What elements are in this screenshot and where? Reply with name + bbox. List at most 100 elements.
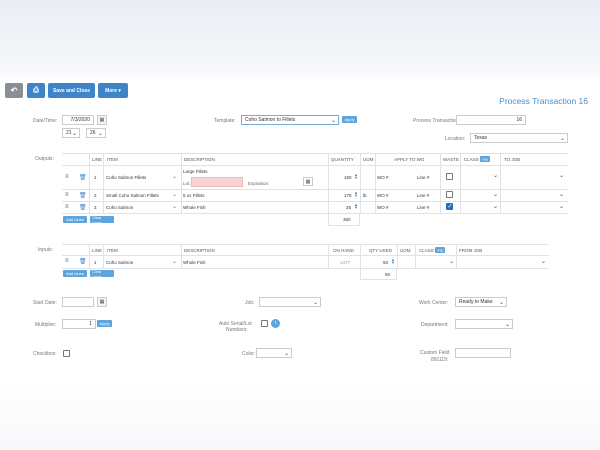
wo-number[interactable]: WO # xyxy=(377,175,389,180)
trash-icon[interactable]: 🗑 xyxy=(79,192,87,199)
outputs-add-lines-button[interactable]: Add Lines xyxy=(63,216,87,223)
output-item[interactable]: Coho Salmon Fillets xyxy=(106,175,146,180)
input-item[interactable]: Coho Salmon xyxy=(106,260,133,265)
output-description[interactable]: 5 oz Fillets xyxy=(183,193,205,198)
work-center-label: Work Center: xyxy=(419,300,449,306)
outputs-clear-lines-button[interactable]: Clear Lines xyxy=(90,215,114,225)
undo-button[interactable]: ↶ xyxy=(5,83,23,98)
col-from-job: FROM JOB xyxy=(459,248,483,253)
save-and-close-button[interactable]: Save and Close xyxy=(48,83,95,98)
col-description: DESCRIPTION xyxy=(184,248,215,253)
output-line: 2 xyxy=(94,193,97,198)
lot-input[interactable] xyxy=(191,177,243,187)
print-button[interactable]: ⎙ xyxy=(27,83,45,98)
chevron-down-icon[interactable]: ⌄ xyxy=(172,191,177,198)
wo-number[interactable]: WO # xyxy=(377,193,389,198)
quantity-stepper[interactable]: ▲ ▼ xyxy=(391,258,395,265)
quantity-stepper[interactable]: ▲ ▼ xyxy=(354,173,358,180)
job-select[interactable]: ⌄ xyxy=(259,297,321,307)
col-apply-to-wo: APPLY TO WO xyxy=(394,157,425,162)
color-select[interactable]: ⌄ xyxy=(256,348,292,358)
color-label: Color: xyxy=(242,351,256,357)
waste-checkbox[interactable] xyxy=(446,191,453,198)
input-qty-used[interactable]: 50 xyxy=(383,260,388,265)
line-number[interactable]: Line # xyxy=(417,205,429,210)
start-date-input[interactable] xyxy=(62,297,94,307)
template-select[interactable]: Coho Salmon to Fillets ⌄ xyxy=(241,115,339,125)
template-apply-button[interactable]: Apply xyxy=(342,116,357,123)
inputs-label: Inputs: xyxy=(38,247,54,253)
more-button[interactable]: More ▾ xyxy=(98,83,128,98)
inputs-clear-lines-button[interactable]: Clear Lines xyxy=(90,269,114,279)
col-to-job: TO JOB xyxy=(504,157,521,162)
minute-select[interactable]: 26 ⌄ xyxy=(86,128,106,138)
to-job-select[interactable]: ⌄ xyxy=(503,171,566,181)
output-line: 3 xyxy=(94,205,97,210)
info-icon[interactable]: i xyxy=(271,319,280,328)
outputs-label: Outputs: xyxy=(35,156,54,162)
inputs-add-lines-button[interactable]: Add Lines xyxy=(63,270,87,277)
custom-field-label: Custom Field xyxy=(420,350,450,356)
col-uom: UOM xyxy=(363,157,374,162)
output-uom[interactable]: lb xyxy=(363,193,367,198)
col-on-hand: ON HAND xyxy=(333,248,354,253)
output-description[interactable]: Whole Fish xyxy=(183,205,206,210)
output-item[interactable]: Small Coho Salmon Fillets xyxy=(106,193,159,198)
process-transaction-input[interactable]: 16 xyxy=(456,115,526,125)
custom-checkbox[interactable] xyxy=(63,350,70,357)
department-select[interactable]: ⌄ xyxy=(455,319,513,329)
work-center-select[interactable]: Ready to Make ⌄ xyxy=(455,297,507,307)
auto-serial-checkbox[interactable] xyxy=(261,320,268,327)
to-job-select[interactable]: ⌄ xyxy=(503,202,566,212)
undo-arrow-icon: ↶ xyxy=(10,86,18,95)
custom-field-input[interactable] xyxy=(455,348,511,358)
drag-handle-icon[interactable]: ≡ xyxy=(65,204,69,210)
drag-handle-icon[interactable]: ≡ xyxy=(65,174,69,180)
calendar-icon[interactable]: ▦ xyxy=(97,115,107,125)
location-select[interactable]: Texas ⌄ xyxy=(470,133,568,143)
quantity-stepper[interactable]: ▲ ▼ xyxy=(354,203,358,210)
output-quantity[interactable]: 150 xyxy=(344,175,352,180)
output-item[interactable]: Coho Salmon xyxy=(106,205,133,210)
calendar-icon[interactable]: ▦ xyxy=(303,177,313,186)
output-quantity[interactable]: 25 xyxy=(346,205,351,210)
wo-number[interactable]: WO # xyxy=(377,205,389,210)
class-select[interactable]: ⌄ xyxy=(461,190,500,200)
trash-icon[interactable]: 🗑 xyxy=(79,204,87,211)
multiplier-apply-button[interactable]: Apply xyxy=(97,320,112,327)
col-quantity: QUANTITY xyxy=(331,157,354,162)
output-description[interactable]: Large Fillets xyxy=(183,169,208,174)
class-fill-button[interactable]: Fill xyxy=(435,247,445,253)
date-input[interactable]: 7/3/2020 xyxy=(62,115,94,125)
col-class: CLASS xyxy=(419,248,434,253)
class-select[interactable]: ⌄ xyxy=(416,257,456,267)
datetime-label: Date/Time: xyxy=(33,118,58,124)
from-job-select[interactable]: ⌄ xyxy=(458,257,548,267)
line-number[interactable]: Line # xyxy=(417,175,429,180)
waste-checkbox[interactable] xyxy=(446,173,453,180)
chevron-down-icon[interactable]: ⌄ xyxy=(172,203,177,210)
class-select[interactable]: ⌄ xyxy=(461,202,500,212)
quantity-stepper[interactable]: ▲ ▼ xyxy=(354,191,358,198)
output-quantity[interactable]: 175 xyxy=(344,193,352,198)
hour-select[interactable]: 21 ⌄ xyxy=(62,128,80,138)
col-line: LINE xyxy=(92,248,103,253)
expiration-label: Expiration: xyxy=(248,181,270,186)
page-title: Process Transaction 16 xyxy=(499,96,588,106)
chevron-down-icon[interactable]: ⌄ xyxy=(172,173,177,180)
drag-handle-icon[interactable]: ≡ xyxy=(65,192,69,198)
line-number[interactable]: Line # xyxy=(417,193,429,198)
class-select[interactable]: ⌄ xyxy=(461,171,500,181)
trash-icon[interactable]: 🗑 xyxy=(79,258,87,265)
class-fill-button[interactable]: Fill xyxy=(480,156,490,162)
chevron-down-icon[interactable]: ⌄ xyxy=(172,258,177,265)
input-line: 1 xyxy=(94,260,97,265)
trash-icon[interactable]: 🗑 xyxy=(79,174,87,181)
calendar-icon[interactable]: ▦ xyxy=(97,297,107,307)
multiplier-input[interactable]: 1 xyxy=(62,319,96,329)
input-description[interactable]: Whole Fish xyxy=(183,260,206,265)
drag-handle-icon[interactable]: ≡ xyxy=(65,258,69,264)
to-job-select[interactable]: ⌄ xyxy=(503,190,566,200)
checkbox-label: Checkbox: xyxy=(33,351,57,357)
waste-checkbox[interactable] xyxy=(446,203,453,210)
